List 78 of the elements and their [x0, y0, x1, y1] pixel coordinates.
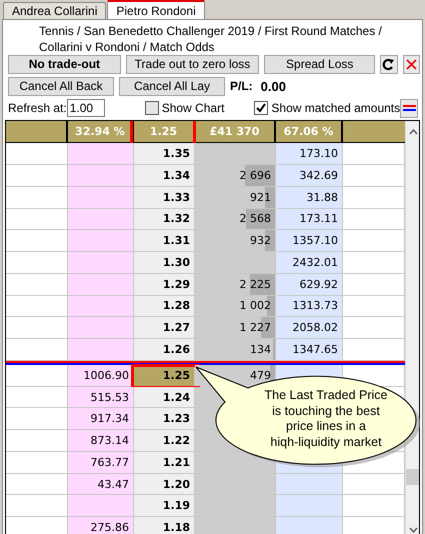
scroll-down-icon[interactable]: [409, 527, 418, 533]
price-cell: 1.34: [134, 165, 195, 186]
no-trade-out-button[interactable]: No trade-out: [8, 54, 121, 74]
back-cell[interactable]: [68, 143, 134, 164]
price-cell: 1.27: [134, 317, 195, 338]
lay-cell[interactable]: 1313.73: [276, 296, 343, 316]
lay-cell[interactable]: 31.88: [276, 186, 343, 208]
price-cell: 1.33: [134, 186, 195, 208]
scroll-thumb[interactable]: [406, 469, 419, 485]
lay-cell[interactable]: 2432.01: [276, 252, 343, 273]
checkbox-label: Show Chart: [162, 101, 224, 116]
lay-cell[interactable]: [276, 495, 343, 516]
refresh-label: Refresh at:: [8, 101, 67, 116]
price-cell: 1.31: [134, 230, 195, 252]
checkbox[interactable]: [144, 101, 159, 116]
back-cell[interactable]: 873.14: [68, 430, 134, 451]
volume-cell: 2 225: [195, 274, 276, 295]
price-cell: 1.24: [134, 386, 195, 408]
back-cell[interactable]: [68, 252, 134, 273]
lay-cell[interactable]: 2058.02: [276, 317, 343, 338]
lay-cell[interactable]: 629.92: [276, 274, 343, 295]
price-cell: 1.35: [134, 143, 195, 164]
refresh-input[interactable]: 1.00: [66, 99, 105, 118]
back-cell[interactable]: [68, 230, 134, 252]
price-cell: 1.23: [134, 408, 195, 430]
volume-cell: 2 696: [195, 165, 276, 186]
back-cell[interactable]: [68, 339, 134, 360]
back-cell[interactable]: [68, 296, 134, 316]
refresh-icon[interactable]: [380, 54, 398, 74]
price-cell: 1.22: [134, 430, 195, 451]
back-cell[interactable]: 763.77: [68, 452, 134, 473]
back-cell[interactable]: [68, 274, 134, 295]
cancel-lay-button[interactable]: Cancel All Lay: [119, 76, 225, 96]
cancel-back-button[interactable]: Cancel All Back: [8, 76, 114, 96]
lay-cell[interactable]: 173.10: [276, 143, 343, 164]
pl-value: 0.00: [260, 78, 286, 94]
breadcrumb: Tennis / San Benedetto Challenger 2019 / First Round Matches / Collarini v Rondoni / Match Odds: [38, 23, 383, 53]
back-cell[interactable]: 275.86: [68, 517, 134, 534]
lay-cell[interactable]: 1357.10: [276, 230, 343, 252]
lay-cell[interactable]: [276, 474, 343, 494]
lay-cell[interactable]: [276, 517, 343, 534]
back-cell[interactable]: 515.53: [68, 386, 134, 408]
back-cell[interactable]: [68, 208, 134, 230]
back-cell[interactable]: 917.34: [68, 408, 134, 430]
spread-loss-button[interactable]: Spread Loss: [264, 54, 376, 74]
checkbox[interactable]: [254, 101, 268, 116]
back-cell[interactable]: 43.47: [68, 474, 134, 494]
scroll-up-icon[interactable]: [409, 129, 418, 136]
back-cell[interactable]: [68, 495, 134, 516]
back-cell[interactable]: [68, 165, 134, 186]
price-cell: 1.28: [134, 296, 195, 316]
close-icon[interactable]: [402, 54, 420, 74]
volume-cell: 2 568: [195, 208, 276, 230]
trade-out-button[interactable]: Trade out to zero loss: [126, 54, 260, 74]
volume-cell: 1 227: [195, 317, 276, 338]
price-cell: 1.18: [134, 517, 195, 534]
price-cell: 1.26: [134, 339, 195, 360]
volume-cell: 134: [195, 339, 276, 360]
volume-cell: 932: [195, 230, 276, 252]
price-cell: 1.20: [134, 474, 195, 494]
price-cell: 1.29: [134, 274, 195, 295]
back-cell[interactable]: [68, 186, 134, 208]
price-cell: 1.32: [134, 208, 195, 230]
pl-label: P/L:: [230, 79, 253, 94]
price-cell: 1.30: [134, 252, 195, 273]
lines-icon[interactable]: [400, 98, 418, 118]
tab[interactable]: Pietro Rondoni: [107, 0, 205, 19]
volume-cell: 921: [195, 186, 276, 208]
back-cell[interactable]: 1006.90: [68, 364, 134, 386]
checkbox-label: Show matched amounts: [271, 101, 400, 116]
price-cell: 1.19: [134, 495, 195, 516]
back-cell[interactable]: [68, 317, 134, 338]
price-cell: 1.21: [134, 452, 195, 473]
lay-cell[interactable]: 1347.65: [276, 339, 343, 360]
lay-cell[interactable]: 342.69: [276, 165, 343, 186]
volume-cell: 1 002: [195, 296, 276, 316]
lay-cell[interactable]: 173.11: [276, 208, 343, 230]
tab[interactable]: Andrea Collarini: [3, 2, 106, 19]
